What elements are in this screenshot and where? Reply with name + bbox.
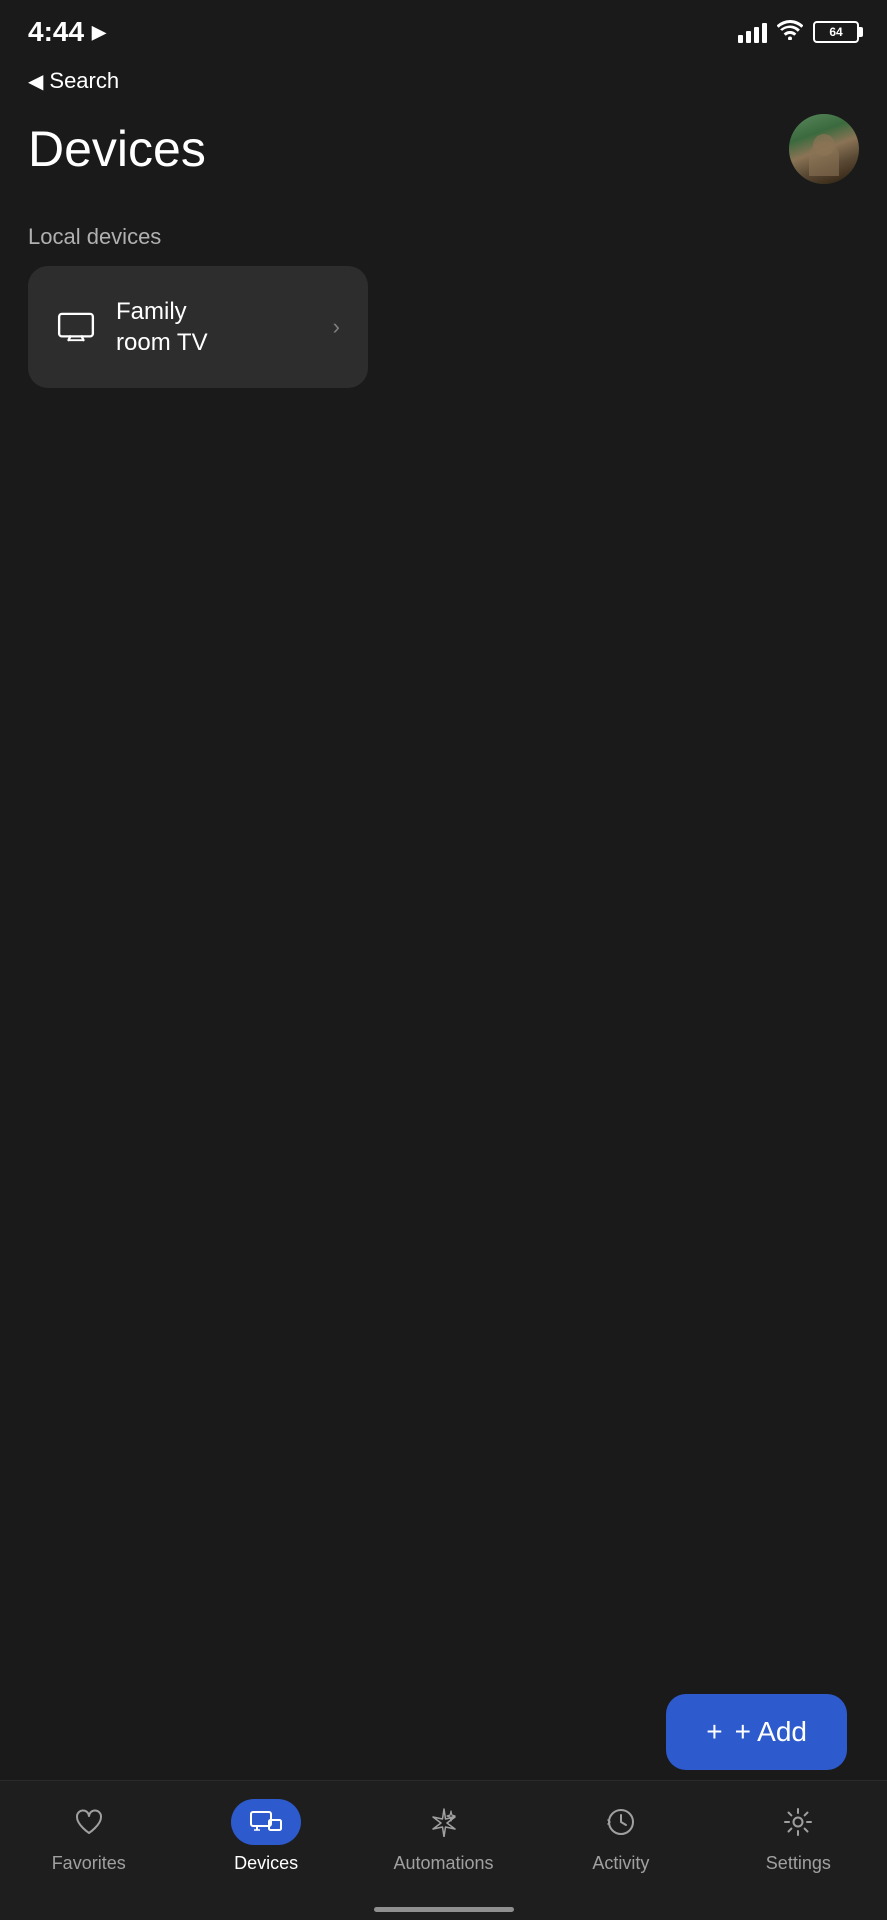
header: ◀ Search Devices xyxy=(0,60,887,184)
signal-bar-3 xyxy=(754,27,759,43)
back-navigation[interactable]: ◀ Search xyxy=(28,68,859,94)
wifi-icon xyxy=(777,18,803,46)
battery-indicator: 64 xyxy=(813,21,859,43)
nav-item-devices[interactable]: Devices xyxy=(177,1799,354,1874)
location-icon: ▶ xyxy=(92,22,106,43)
gear-icon xyxy=(783,1807,813,1837)
signal-bar-1 xyxy=(738,35,743,43)
tv-icon xyxy=(56,312,96,342)
devices-icon xyxy=(249,1808,283,1836)
nav-item-activity[interactable]: Activity xyxy=(532,1799,709,1874)
time-display: 4:44 xyxy=(28,16,84,48)
nav-label-settings: Settings xyxy=(766,1853,831,1874)
status-icons: 64 xyxy=(738,18,859,46)
settings-icon-container xyxy=(763,1799,833,1845)
avatar-image xyxy=(789,114,859,184)
back-label: Search xyxy=(49,68,119,94)
automations-icon-container xyxy=(409,1799,479,1845)
main-content: Local devices Familyroom TV › xyxy=(0,214,887,398)
device-name: Familyroom TV xyxy=(116,296,208,358)
add-icon: + xyxy=(706,1716,722,1748)
device-card-left: Familyroom TV xyxy=(56,296,208,358)
device-card-family-room-tv[interactable]: Familyroom TV › xyxy=(28,266,368,388)
avatar[interactable] xyxy=(789,114,859,184)
signal-bars xyxy=(738,21,767,43)
page-header: Devices xyxy=(28,114,859,184)
signal-bar-2 xyxy=(746,31,751,43)
history-icon xyxy=(606,1807,636,1837)
nav-label-automations: Automations xyxy=(393,1853,493,1874)
add-button-label: + Add xyxy=(735,1716,807,1748)
status-bar: 4:44 ▶ 64 xyxy=(0,0,887,60)
devices-icon-container xyxy=(231,1799,301,1845)
add-button[interactable]: + + Add xyxy=(666,1694,847,1770)
nav-item-favorites[interactable]: Favorites xyxy=(0,1799,177,1874)
heart-icon xyxy=(74,1808,104,1836)
back-arrow-icon: ◀ xyxy=(28,69,43,94)
nav-item-automations[interactable]: Automations xyxy=(355,1799,532,1874)
nav-label-devices: Devices xyxy=(234,1853,298,1874)
nav-label-favorites: Favorites xyxy=(52,1853,126,1874)
nav-item-settings[interactable]: Settings xyxy=(710,1799,887,1874)
home-indicator xyxy=(374,1907,514,1912)
activity-icon-container xyxy=(586,1799,656,1845)
page-title: Devices xyxy=(28,120,206,178)
favorites-icon-container xyxy=(54,1799,124,1845)
sparkle-icon xyxy=(429,1807,459,1837)
signal-bar-4 xyxy=(762,23,767,43)
chevron-right-icon: › xyxy=(333,314,340,340)
nav-label-activity: Activity xyxy=(592,1853,649,1874)
battery-level: 64 xyxy=(829,25,842,39)
section-label: Local devices xyxy=(28,224,859,250)
status-time: 4:44 ▶ xyxy=(28,16,106,48)
bottom-nav: Favorites Devices Automations xyxy=(0,1780,887,1920)
